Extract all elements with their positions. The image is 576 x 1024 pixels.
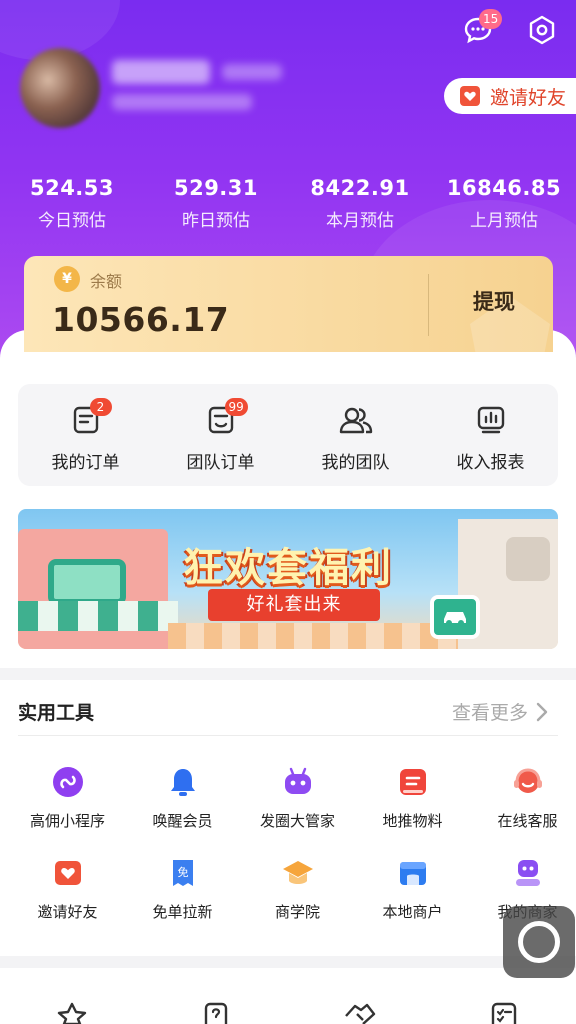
checklist-icon xyxy=(491,1002,517,1024)
stat-value: 16846.85 xyxy=(446,176,562,200)
promo-banner[interactable]: 狂欢套福利 好礼套出来 xyxy=(18,509,558,649)
car-icon xyxy=(430,595,480,639)
tool-business-school[interactable]: 商学院 xyxy=(240,855,355,922)
help-icon xyxy=(204,1002,228,1024)
tool-post-manager[interactable]: 发圈大管家 xyxy=(240,764,355,831)
bottom-item-favorites[interactable] xyxy=(0,968,144,1024)
mini-program-icon xyxy=(50,764,86,800)
tool-label: 免单拉新 xyxy=(152,903,213,921)
chevron-right-icon xyxy=(536,702,548,721)
headset-icon xyxy=(510,764,546,800)
tool-invite-friends[interactable]: 邀请好友 xyxy=(10,855,125,922)
quick-item-label: 我的订单 xyxy=(51,453,120,473)
banner-subtitle: 好礼套出来 xyxy=(208,589,380,621)
stat-today[interactable]: 524.53 今日预估 xyxy=(0,176,144,231)
tool-free-order[interactable]: 免 免单拉新 xyxy=(125,855,240,922)
tool-local-merchants[interactable]: 本地商户 xyxy=(355,855,470,922)
banner-awning xyxy=(18,601,178,631)
invite-friends-button[interactable]: 邀请好友 xyxy=(444,78,576,114)
banner-street xyxy=(168,623,458,649)
withdraw-button[interactable]: 提现 xyxy=(444,286,544,316)
user-tag-blurred xyxy=(222,64,282,80)
quick-item-my-orders[interactable]: 2 我的订单 xyxy=(18,384,153,486)
tool-online-support[interactable]: 在线客服 xyxy=(470,764,576,831)
settings-icon xyxy=(529,15,555,45)
tools-header: 实用工具 查看更多 xyxy=(18,696,558,736)
star-icon xyxy=(57,1002,87,1024)
tool-label: 唤醒会员 xyxy=(152,812,213,830)
tool-label: 邀请好友 xyxy=(37,903,98,921)
tool-label: 高佣小程序 xyxy=(29,812,105,830)
order-count-badge: 2 xyxy=(89,398,112,416)
report-icon xyxy=(477,406,504,434)
balance-divider xyxy=(428,274,429,336)
material-icon xyxy=(395,764,431,800)
tool-label: 地推物料 xyxy=(382,812,443,830)
balance-label: 余额 xyxy=(90,272,123,291)
handshake-icon xyxy=(345,1003,376,1024)
settings-button[interactable] xyxy=(524,12,560,48)
floating-assistive-button[interactable] xyxy=(503,906,575,978)
bottom-item-cooperation[interactable] xyxy=(288,968,432,1024)
quick-item-label: 收入报表 xyxy=(456,453,525,473)
message-count-badge: 15 xyxy=(479,9,503,29)
bottom-tools-row xyxy=(0,968,576,1024)
banner-shop-window xyxy=(48,559,126,605)
tool-wake-members[interactable]: 唤醒会员 xyxy=(125,764,240,831)
tool-mini-program[interactable]: 高佣小程序 xyxy=(10,764,125,831)
robot-icon xyxy=(280,764,316,800)
balance-amount: 10566.17 xyxy=(52,300,230,339)
tool-label: 发圈大管家 xyxy=(259,812,335,830)
stat-label: 昨日预估 xyxy=(182,211,250,231)
merchant-icon xyxy=(510,855,546,891)
svg-text:免: 免 xyxy=(177,865,188,879)
banner-title: 狂欢套福利 xyxy=(183,545,393,591)
section-divider xyxy=(0,668,576,680)
invite-icon xyxy=(50,855,86,891)
team-icon xyxy=(339,407,372,434)
section-divider xyxy=(0,956,576,968)
bell-icon xyxy=(165,764,201,800)
quick-item-team-orders[interactable]: 99 团队订单 xyxy=(153,384,288,486)
quick-item-label: 我的团队 xyxy=(321,453,390,473)
tool-promo-material[interactable]: 地推物料 xyxy=(355,764,470,831)
tools-grid: 高佣小程序 唤醒会员 发圈大管家 地推物料 在线客服 邀请好友 免 免单拉新 商… xyxy=(0,764,576,922)
tools-title: 实用工具 xyxy=(18,702,95,724)
free-ticket-icon: 免 xyxy=(165,855,201,891)
quick-item-label: 团队订单 xyxy=(186,453,255,473)
earnings-stats: 524.53 今日预估 529.31 昨日预估 8422.91 本月预估 168… xyxy=(0,176,576,231)
local-store-icon xyxy=(395,855,431,891)
stat-value: 524.53 xyxy=(29,176,115,200)
coin-icon: ¥ xyxy=(54,266,80,292)
tool-label: 商学院 xyxy=(274,903,320,921)
quick-item-my-team[interactable]: 我的团队 xyxy=(288,384,423,486)
assistive-ring-icon xyxy=(518,921,560,963)
tool-label: 本地商户 xyxy=(382,903,443,921)
tools-section: 实用工具 查看更多 高佣小程序 唤醒会员 发圈大管家 地推物料 在线客服 邀请好… xyxy=(0,680,576,956)
stat-value: 8422.91 xyxy=(310,176,410,200)
stat-value: 529.31 xyxy=(173,176,259,200)
stat-this-month[interactable]: 8422.91 本月预估 xyxy=(288,176,432,231)
stat-label: 上月预估 xyxy=(470,211,538,231)
invite-icon xyxy=(460,86,480,106)
stat-label: 本月预估 xyxy=(326,211,394,231)
banner-fan xyxy=(506,537,550,581)
view-more-label: 查看更多 xyxy=(451,702,528,724)
message-button[interactable]: 15 xyxy=(460,9,503,48)
tool-label: 在线客服 xyxy=(497,812,558,830)
stat-yesterday[interactable]: 529.31 昨日预估 xyxy=(144,176,288,231)
stat-last-month[interactable]: 16846.85 上月预估 xyxy=(432,176,576,231)
invite-friends-label: 邀请好友 xyxy=(490,86,567,109)
avatar[interactable] xyxy=(20,48,100,128)
quick-menu: 2 我的订单 99 团队订单 我的团队 收入报表 xyxy=(18,384,558,486)
user-id-blurred xyxy=(112,94,252,110)
graduation-cap-icon xyxy=(280,855,316,891)
stat-label: 今日预估 xyxy=(38,211,106,231)
bottom-item-help[interactable] xyxy=(144,968,288,1024)
team-order-count-badge: 99 xyxy=(224,398,248,416)
view-more-link[interactable]: 查看更多 xyxy=(452,698,548,725)
balance-card: ¥ 余额 10566.17 提现 xyxy=(24,256,553,352)
quick-item-income-report[interactable]: 收入报表 xyxy=(423,384,558,486)
username-blurred xyxy=(112,60,210,84)
